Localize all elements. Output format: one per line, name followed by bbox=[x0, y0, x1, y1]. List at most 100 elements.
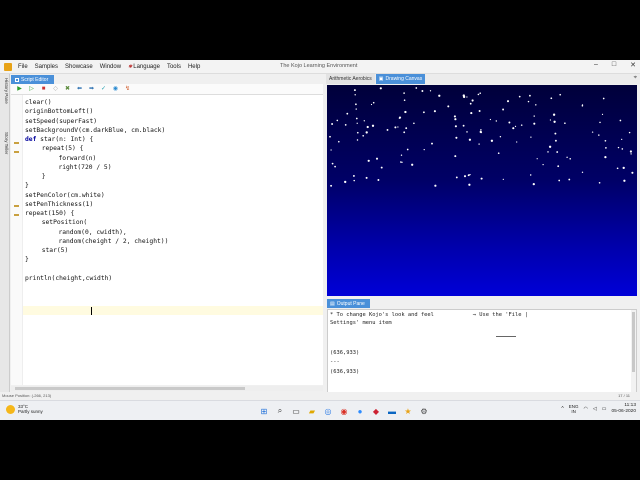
menu-tools[interactable]: Tools bbox=[167, 64, 181, 70]
menu-window[interactable]: Window bbox=[100, 64, 121, 70]
redo-icon[interactable]: ➡ bbox=[88, 86, 95, 93]
star bbox=[370, 103, 373, 106]
side-tab-story-teller[interactable]: Story Teller bbox=[1, 132, 9, 154]
close-icon[interactable]: ✕ bbox=[630, 61, 636, 69]
star bbox=[480, 131, 483, 134]
maximize-icon[interactable]: □ bbox=[612, 61, 616, 69]
tab-script-editor-label: Script Editor bbox=[21, 76, 49, 83]
teams-icon[interactable]: ▬ bbox=[386, 405, 398, 417]
menu-showcase[interactable]: Showcase bbox=[65, 64, 93, 70]
app-icon[interactable]: ◆ bbox=[370, 405, 382, 417]
star bbox=[518, 95, 521, 98]
star bbox=[566, 156, 568, 159]
tools-icon[interactable]: ✖ bbox=[64, 86, 71, 93]
edge-icon[interactable]: ◎ bbox=[322, 405, 334, 417]
volume-icon[interactable]: ◁ bbox=[593, 406, 597, 412]
output-vertical-scrollbar[interactable] bbox=[631, 310, 636, 397]
star bbox=[453, 115, 456, 118]
star bbox=[365, 131, 368, 134]
star bbox=[434, 184, 437, 187]
fold-marker[interactable] bbox=[14, 151, 19, 153]
star bbox=[508, 121, 511, 124]
pin-icon[interactable]: ⌖ bbox=[634, 75, 637, 82]
editor-horizontal-scrollbar[interactable] bbox=[11, 386, 323, 391]
run-worksheet-icon[interactable]: ▷ bbox=[28, 86, 35, 93]
chrome-icon[interactable]: ◉ bbox=[338, 405, 350, 417]
zoom-icon[interactable]: ● bbox=[354, 405, 366, 417]
menu-language[interactable]: ✱ Language bbox=[128, 64, 160, 70]
code-text: repeat(150) { bbox=[25, 210, 75, 217]
star bbox=[533, 122, 536, 125]
system-tray: ^ ENG IN ◠ ◁ ▭ 11:13 05-06-2020 bbox=[561, 403, 636, 415]
windows-start-icon[interactable]: ⊞ bbox=[258, 405, 270, 417]
task-view-icon[interactable]: ▭ bbox=[290, 405, 302, 417]
star bbox=[400, 161, 402, 163]
scrollbar-thumb[interactable] bbox=[15, 387, 245, 390]
weather-widget[interactable]: 33°C Partly sunny bbox=[6, 404, 43, 414]
star bbox=[550, 97, 553, 100]
fold-marker[interactable] bbox=[14, 214, 19, 216]
tab-arithmetic-aerobics[interactable]: Arithmetic Aerobics bbox=[326, 74, 375, 84]
fold-marker[interactable] bbox=[14, 142, 19, 144]
tab-output-pane[interactable]: ▤ Output Pane bbox=[327, 299, 370, 308]
star bbox=[631, 171, 634, 174]
clock[interactable]: 11:13 05-06-2020 bbox=[611, 403, 636, 415]
search-icon[interactable]: ⌕ bbox=[274, 405, 286, 417]
star bbox=[466, 131, 468, 133]
star bbox=[598, 134, 600, 136]
star bbox=[363, 120, 365, 122]
line-column-indicator: 17 / 11 bbox=[618, 393, 630, 398]
star bbox=[377, 179, 380, 181]
clear-icon[interactable]: ◇ bbox=[52, 86, 59, 93]
menu-help[interactable]: Help bbox=[188, 64, 200, 70]
output-line: (636,933) bbox=[330, 369, 360, 375]
menu-file[interactable]: File bbox=[18, 64, 28, 70]
run-icon[interactable]: ▶ bbox=[16, 86, 23, 93]
format-icon[interactable]: ◉ bbox=[112, 86, 119, 93]
check-icon[interactable]: ✓ bbox=[100, 86, 107, 93]
kojo-taskbar-icon[interactable]: ★ bbox=[402, 405, 414, 417]
star bbox=[466, 96, 468, 98]
star bbox=[527, 100, 530, 103]
language-indicator[interactable]: ENG IN bbox=[569, 404, 579, 414]
side-tab-history[interactable]: History Pane bbox=[1, 78, 9, 104]
undo-icon[interactable]: ⬅ bbox=[76, 86, 83, 93]
tab-script-editor[interactable]: Script Editor bbox=[11, 75, 55, 84]
fold-marker[interactable] bbox=[14, 205, 19, 207]
drawing-canvas[interactable] bbox=[327, 85, 637, 296]
star bbox=[469, 173, 471, 176]
battery-icon[interactable]: ▭ bbox=[602, 406, 607, 412]
star bbox=[604, 155, 607, 159]
star bbox=[535, 104, 537, 106]
tab-arithmetic-aerobics-label: Arithmetic Aerobics bbox=[329, 76, 372, 82]
chevron-up-icon[interactable]: ^ bbox=[561, 406, 563, 412]
wifi-icon[interactable]: ◠ bbox=[583, 406, 587, 412]
code-line: forward(n) bbox=[58, 154, 96, 163]
star bbox=[406, 148, 409, 151]
scrollbar-thumb[interactable] bbox=[632, 312, 635, 372]
star bbox=[601, 113, 604, 116]
code-text: setPosition( bbox=[41, 219, 88, 227]
code-editor[interactable]: clear() originBottomLeft() setSpeed(superF… bbox=[11, 95, 323, 385]
code-line: } bbox=[25, 255, 29, 264]
taskbar-apps: ⊞ ⌕ ▭ ▰ ◎ ◉ ● ◆ ▬ ★ ⚙ bbox=[258, 405, 430, 417]
stop-icon[interactable]: ■ bbox=[40, 86, 47, 93]
store-icon[interactable]: ⚙ bbox=[418, 405, 430, 417]
upload-icon[interactable]: ↯ bbox=[124, 86, 131, 93]
star bbox=[421, 90, 424, 92]
star bbox=[336, 119, 339, 122]
star bbox=[529, 174, 532, 176]
code-text: clear() bbox=[25, 99, 52, 106]
code-line: originBottomLeft() bbox=[25, 107, 93, 116]
tab-drawing-canvas[interactable]: ▣ Drawing Canvas bbox=[375, 74, 426, 84]
star bbox=[529, 94, 531, 97]
kojo-app-icon bbox=[4, 62, 12, 71]
output-pane[interactable]: * To change Kojo's look and feel → Use t… bbox=[327, 309, 637, 398]
code-line: clear() bbox=[25, 98, 52, 107]
star bbox=[480, 129, 482, 131]
minimize-icon[interactable]: – bbox=[594, 61, 598, 69]
file-explorer-icon[interactable]: ▰ bbox=[306, 405, 318, 417]
menu-samples[interactable]: Samples bbox=[35, 64, 58, 70]
star bbox=[438, 94, 441, 97]
star bbox=[553, 120, 556, 123]
